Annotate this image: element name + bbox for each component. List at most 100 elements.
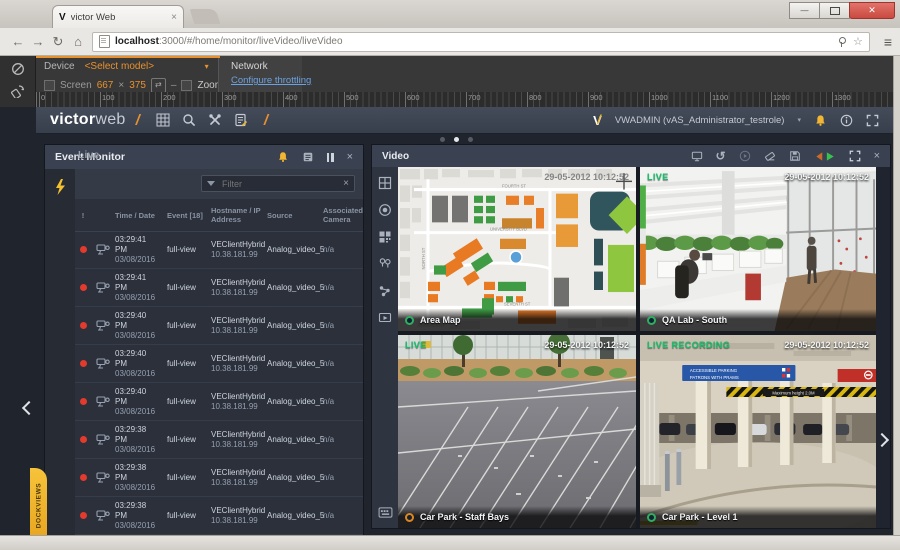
filter-funnel-icon	[207, 181, 215, 186]
layouts-icon[interactable]	[378, 230, 392, 244]
fullscreen-icon[interactable]	[866, 114, 879, 127]
select-caret-icon[interactable]: ▾	[205, 62, 209, 71]
monitor-icon[interactable]	[691, 151, 703, 162]
event-row[interactable]: 03:29:40PM03/08/2016 full-view VEClientH…	[75, 383, 363, 421]
eraser-icon[interactable]	[764, 150, 776, 162]
info-icon[interactable]	[840, 114, 853, 127]
reports-icon[interactable]	[228, 113, 254, 127]
screen-checkbox[interactable]	[44, 80, 55, 91]
page-icon	[99, 35, 110, 48]
alert-cell	[75, 512, 91, 519]
alert-cell	[75, 436, 91, 443]
reload-icon[interactable]: ↻	[48, 34, 68, 50]
victor-mini-logo: V/	[593, 113, 602, 128]
lightning-icon[interactable]	[53, 179, 67, 195]
browser-window: V victor Web × — ✕ ← → ↻ ⌂ localhost :30…	[0, 0, 900, 550]
times-label: ×	[118, 80, 124, 91]
cell-label: Car Park - Level 1	[662, 512, 738, 522]
filter-input[interactable]	[220, 178, 324, 190]
video-grid: FOURTH ST UNIVERSITY BLVD SEVENTH ST NOR…	[398, 167, 876, 528]
home-icon[interactable]: ⌂	[68, 34, 88, 49]
prev-page-chevron-icon[interactable]	[22, 401, 36, 415]
minimize-button[interactable]: —	[789, 2, 820, 19]
tab-live[interactable]: Live	[78, 150, 100, 161]
video-cell-qa-lab[interactable]: LIVE 29-05-2012 10:12:52 QA Lab - South	[640, 167, 876, 331]
next-page-chevron-icon[interactable]	[875, 433, 889, 447]
device-mode-icon[interactable]	[11, 62, 25, 76]
event-row[interactable]: 03:29:38PM03/08/2016 full-view VEClientH…	[75, 459, 363, 497]
browser-menu-icon[interactable]: ≡	[884, 34, 892, 50]
address-bar[interactable]: localhost :3000/#/home/monitor/liveVideo…	[92, 32, 870, 52]
event-row[interactable]: 03:29:40PM03/08/2016 full-view VEClientH…	[75, 307, 363, 345]
layout-grid-icon[interactable]	[378, 176, 392, 190]
alert-cell	[75, 246, 91, 253]
event-panel-close-icon[interactable]: ×	[347, 151, 353, 163]
video-close-icon[interactable]: ×	[874, 150, 880, 162]
back-icon[interactable]: ←	[8, 34, 28, 49]
save-view-icon[interactable]	[789, 150, 801, 162]
browser-titlebar: V victor Web × — ✕	[0, 0, 900, 28]
street-fourth: FOURTH ST	[502, 183, 526, 188]
network-label: Network	[231, 61, 302, 72]
alert-cell	[75, 284, 91, 291]
event-row[interactable]: 03:29:41PM03/08/2016 full-view VEClientH…	[75, 269, 363, 307]
tab-close-icon[interactable]: ×	[171, 12, 177, 23]
user-menu[interactable]: VWADMIN (vAS_Administrator_testrole)	[615, 115, 785, 126]
map-pins-icon[interactable]	[378, 257, 392, 271]
new-tab-button[interactable]	[190, 9, 221, 24]
window-close-button[interactable]: ✕	[849, 2, 895, 19]
views-grid-icon[interactable]	[150, 113, 176, 127]
network-pane: Network Configure throttling	[218, 56, 302, 92]
step-reverse-icon[interactable]	[814, 151, 836, 162]
screen-width-value[interactable]: 667	[97, 80, 114, 91]
user-caret-icon[interactable]: ▾	[797, 116, 801, 124]
app-stage: victorweb / / V/ VWADMIN (vAS_Administra…	[0, 107, 893, 535]
cell-label: QA Lab - South	[662, 315, 727, 325]
video-cell-staff-bays[interactable]: LIVE 29-05-2012 10:12:52 Car Park - Staf…	[398, 335, 636, 528]
filter-input-box[interactable]: ×	[201, 175, 355, 192]
dockviews-tab[interactable]: DOCKVIEWS	[30, 468, 47, 535]
zoom-fit-checkbox[interactable]	[181, 80, 192, 91]
video-cell-area-map[interactable]: FOURTH ST UNIVERSITY BLVD SEVENTH ST NOR…	[398, 167, 636, 331]
blue-sign-line2: PATRONS WITH PRAMS	[690, 375, 739, 380]
device-model-select[interactable]: <Select model>	[85, 61, 205, 72]
col-event: Event [18]	[167, 211, 211, 220]
video-fullscreen-icon[interactable]	[849, 150, 861, 162]
record-icon[interactable]	[378, 203, 392, 217]
window-right-frame	[893, 56, 900, 535]
event-row[interactable]: 03:29:40PM03/08/2016 full-view VEClientH…	[75, 345, 363, 383]
event-row[interactable]: 03:29:41PM03/08/2016 full-view VEClientH…	[75, 231, 363, 269]
sites-tree-icon[interactable]	[378, 284, 392, 298]
event-row[interactable]: 03:29:38PM03/08/2016 full-view VEClientH…	[75, 421, 363, 459]
view-pager-dots[interactable]	[440, 137, 473, 142]
undo-icon[interactable]: ↺	[716, 149, 726, 163]
forward-icon[interactable]: →	[28, 34, 48, 49]
video-cell-level1[interactable]: Maximum height 2.0M ACCESSIBLE PARKING P…	[640, 335, 876, 528]
bookmark-star-icon[interactable]: ☆	[853, 35, 863, 48]
configure-throttling-link[interactable]: Configure throttling	[231, 75, 302, 86]
event-row[interactable]: 03:29:38PM03/08/2016 full-view VEClientH…	[75, 497, 363, 535]
camera-status-icon	[405, 316, 414, 325]
map-timestamp: 29-05-2012 10:12:52	[544, 172, 629, 182]
swap-dimensions-icon[interactable]: ⇄	[151, 78, 166, 93]
search-icon[interactable]	[176, 113, 202, 127]
logo-slash: /	[136, 112, 140, 129]
event-bell-icon[interactable]	[277, 151, 289, 163]
screen-height-value[interactable]: 375	[129, 80, 146, 91]
maximize-button[interactable]	[819, 2, 850, 19]
play-circle-icon[interactable]	[739, 150, 751, 162]
staff-bays-label-bar: Car Park - Staff Bays	[398, 506, 636, 528]
key-icon[interactable]	[837, 37, 847, 47]
rotate-device-icon[interactable]	[11, 84, 25, 98]
camera-timestamp: 29-05-2012 10:12:52	[544, 340, 629, 350]
browser-tab[interactable]: V victor Web ×	[52, 5, 184, 28]
tools-icon[interactable]	[202, 113, 228, 127]
keypad-icon[interactable]	[378, 507, 393, 518]
push-video-icon[interactable]	[378, 311, 392, 325]
event-list-icon[interactable]	[302, 151, 314, 163]
camera-event-icon	[91, 357, 115, 370]
street-seventh: SEVENTH ST	[504, 301, 531, 306]
pause-icon[interactable]	[327, 153, 334, 162]
filter-clear-icon[interactable]: ×	[343, 178, 349, 189]
alerts-bell-icon[interactable]	[814, 114, 827, 127]
